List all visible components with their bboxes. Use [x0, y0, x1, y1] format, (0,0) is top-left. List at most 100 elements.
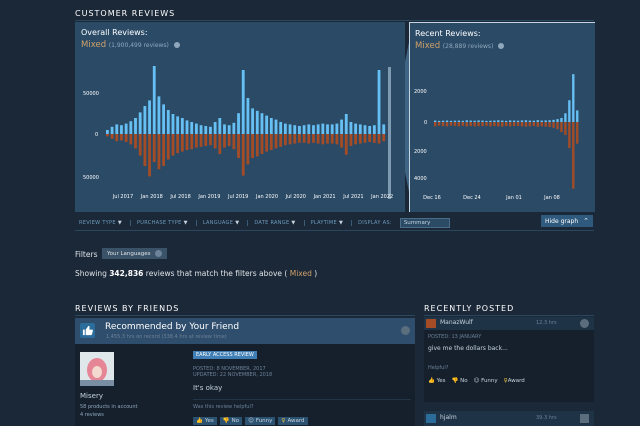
recent-negative-bar[interactable] — [524, 122, 528, 127]
overall-negative-bar[interactable] — [321, 134, 325, 145]
recent-review-header[interactable]: ManazWulf 12.3 hrs — [424, 317, 594, 330]
recent-positive-bar[interactable] — [449, 120, 453, 122]
overall-positive-bar[interactable] — [382, 124, 386, 134]
overall-negative-bar[interactable] — [354, 134, 358, 145]
recent-negative-bar[interactable] — [473, 122, 476, 127]
recent-positive-bar[interactable] — [540, 120, 543, 122]
overall-negative-bar[interactable] — [265, 134, 269, 152]
vote-yes-button[interactable]: 👍 Yes — [428, 378, 446, 384]
overall-negative-bar[interactable] — [166, 134, 170, 160]
overall-negative-bar[interactable] — [251, 134, 254, 158]
overall-positive-bar[interactable] — [148, 100, 151, 134]
overall-positive-bar[interactable] — [246, 98, 250, 134]
overall-positive-bar[interactable] — [138, 112, 142, 134]
overall-positive-bar[interactable] — [358, 124, 362, 134]
recent-negative-bar[interactable] — [461, 122, 464, 126]
overall-positive-bar[interactable] — [185, 120, 189, 134]
recent-negative-bar[interactable] — [497, 122, 500, 127]
recent-negative-bar[interactable] — [540, 122, 543, 127]
overall-positive-bar[interactable] — [171, 114, 175, 134]
overall-negative-bar[interactable] — [129, 134, 133, 145]
recent-positive-bar[interactable] — [516, 120, 520, 122]
overall-positive-bar[interactable] — [204, 126, 208, 134]
overall-negative-bar[interactable] — [349, 134, 353, 146]
overall-negative-bar[interactable] — [279, 134, 283, 147]
recent-negative-bar[interactable] — [532, 122, 536, 127]
overall-negative-bar[interactable] — [180, 134, 184, 152]
overall-negative-bar[interactable] — [120, 134, 123, 141]
overall-negative-bar[interactable] — [204, 134, 208, 146]
overall-positive-bar[interactable] — [293, 125, 297, 134]
overall-negative-bar[interactable] — [138, 134, 142, 156]
recent-negative-bar[interactable] — [437, 122, 441, 126]
recent-negative-bar[interactable] — [469, 122, 472, 127]
recent-positive-bar[interactable] — [556, 119, 559, 122]
overall-negative-bar[interactable] — [152, 134, 156, 162]
recent-positive-bar[interactable] — [505, 120, 508, 122]
recent-positive-bar[interactable] — [544, 120, 547, 122]
overall-positive-bar[interactable] — [124, 123, 128, 134]
overall-positive-bar[interactable] — [321, 123, 325, 134]
vote-no-button[interactable]: 👎 No — [219, 417, 243, 425]
overall-negative-bar[interactable] — [246, 134, 250, 165]
recent-positive-bar[interactable] — [485, 120, 488, 122]
overall-negative-bar[interactable] — [134, 134, 137, 149]
award-button[interactable]: ♀Award — [504, 378, 525, 384]
recent-negative-bar[interactable] — [564, 122, 567, 136]
award-button[interactable]: ♀Award — [278, 417, 308, 425]
overall-positive-bar[interactable] — [349, 122, 353, 134]
recent-negative-bar[interactable] — [477, 122, 480, 127]
review-type-filter[interactable]: REVIEW TYPE ▼ — [79, 220, 131, 226]
recent-positive-bar[interactable] — [493, 120, 496, 122]
overall-positive-bar[interactable] — [129, 121, 133, 134]
recent-positive-bar[interactable] — [524, 120, 528, 122]
overall-positive-bar[interactable] — [255, 110, 259, 134]
recent-negative-bar[interactable] — [449, 122, 453, 126]
recent-negative-bar[interactable] — [505, 122, 508, 127]
recent-positive-bar[interactable] — [497, 120, 500, 122]
overall-positive-bar[interactable] — [190, 122, 194, 134]
recent-negative-bar[interactable] — [465, 122, 468, 127]
range-handle[interactable] — [388, 67, 391, 199]
recent-positive-bar[interactable] — [520, 120, 524, 122]
overall-positive-bar[interactable] — [269, 118, 273, 134]
overall-negative-bar[interactable] — [344, 134, 348, 155]
recent-positive-bar[interactable] — [532, 120, 536, 122]
overall-positive-bar[interactable] — [377, 70, 381, 134]
overall-positive-bar[interactable] — [335, 123, 339, 134]
overall-negative-bar[interactable] — [293, 134, 297, 144]
overall-positive-bar[interactable] — [316, 124, 320, 134]
recent-positive-bar[interactable] — [473, 120, 476, 122]
recent-negative-bar[interactable] — [568, 122, 571, 149]
overall-positive-bar[interactable] — [209, 126, 212, 134]
overall-negative-bar[interactable] — [372, 134, 376, 143]
active-filter-tag[interactable]: Your Languages — [102, 248, 167, 259]
overall-positive-bar[interactable] — [251, 108, 254, 134]
recent-negative-bar[interactable] — [508, 122, 512, 127]
recent-negative-bar[interactable] — [520, 122, 524, 127]
overall-negative-bar[interactable] — [232, 134, 236, 150]
overall-negative-bar[interactable] — [190, 134, 194, 150]
overall-positive-bar[interactable] — [307, 124, 311, 134]
overall-positive-bar[interactable] — [152, 66, 156, 134]
overall-negative-bar[interactable] — [358, 134, 362, 144]
overall-negative-bar[interactable] — [283, 134, 287, 146]
overall-positive-bar[interactable] — [265, 115, 269, 134]
language-filter[interactable]: LANGUAGE ▼ — [203, 220, 249, 226]
recent-negative-bar[interactable] — [501, 122, 504, 127]
overall-negative-bar[interactable] — [255, 134, 259, 157]
overall-negative-bar[interactable] — [377, 134, 381, 144]
recent-negative-bar[interactable] — [544, 122, 547, 127]
vote-funny-button[interactable]: ☺ Funny — [474, 378, 498, 384]
display-as-select[interactable]: Summary — [399, 218, 450, 228]
overall-negative-bar[interactable] — [110, 134, 114, 139]
recent-negative-bar[interactable] — [481, 122, 484, 127]
overall-negative-bar[interactable] — [288, 134, 292, 145]
recent-positive-bar[interactable] — [552, 119, 555, 122]
overall-positive-bar[interactable] — [106, 130, 109, 134]
recent-reviewer-name[interactable]: ManazWulf — [440, 319, 473, 326]
recent-positive-bar[interactable] — [461, 120, 464, 122]
avatar[interactable] — [80, 352, 114, 386]
vote-no-button[interactable]: 👎 No — [452, 378, 468, 384]
overall-positive-bar[interactable] — [344, 114, 348, 134]
